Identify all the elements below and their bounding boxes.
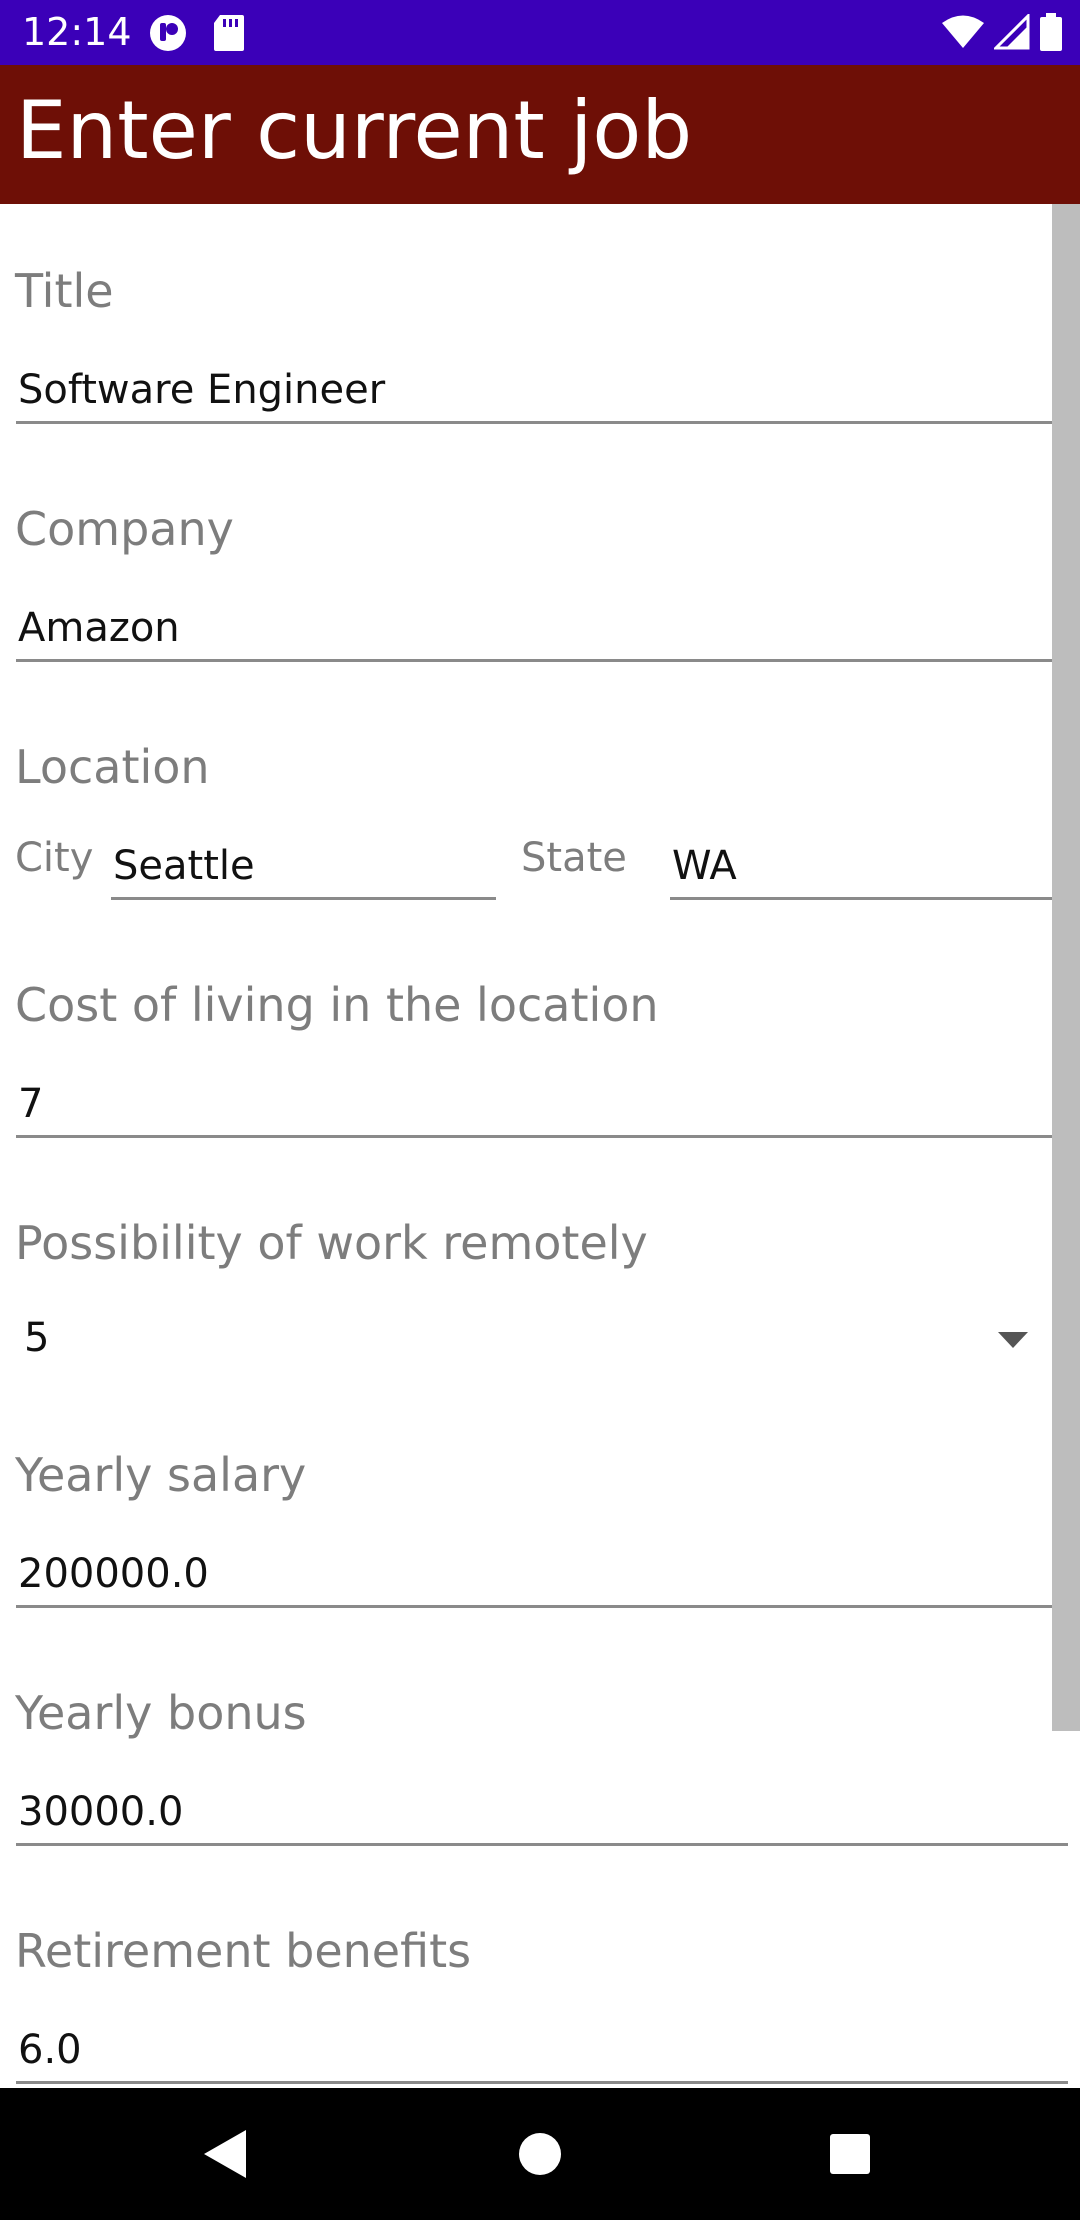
job-form[interactable]: Title Software Engineer Company Amazon L… <box>0 204 1080 2088</box>
title-label: Title <box>15 264 114 318</box>
notification-app-icon <box>148 13 188 57</box>
retirement-field[interactable]: 6.0 <box>16 2006 1068 2084</box>
page-title: Enter current job <box>16 84 693 177</box>
title-value: Software Engineer <box>18 367 386 413</box>
title-field[interactable]: Software Engineer <box>16 346 1068 424</box>
status-icons <box>942 12 1062 55</box>
wifi-icon <box>942 14 984 54</box>
bonus-label: Yearly bonus <box>15 1686 307 1740</box>
state-value: WA <box>672 843 737 889</box>
location-label: Location <box>15 740 210 794</box>
company-label: Company <box>15 502 234 556</box>
sd-card-icon <box>212 13 246 57</box>
remote-label: Possibility of work remotely <box>15 1216 648 1270</box>
cost-of-living-field[interactable]: 7 <box>16 1060 1068 1138</box>
battery-icon <box>1040 13 1062 55</box>
remote-selected-value: 5 <box>24 1315 50 1361</box>
recents-icon[interactable] <box>828 2128 872 2184</box>
state-label: State <box>521 835 627 881</box>
cell-signal-icon <box>992 12 1030 54</box>
state-field[interactable]: WA <box>670 822 1068 900</box>
chevron-down-icon <box>998 1332 1028 1352</box>
cost-of-living-label: Cost of living in the location <box>15 978 659 1032</box>
salary-value: 200000.0 <box>18 1551 209 1597</box>
company-value: Amazon <box>18 605 180 651</box>
remote-dropdown[interactable]: 5 <box>0 1292 1052 1392</box>
salary-field[interactable]: 200000.0 <box>16 1530 1068 1608</box>
navigation-bar <box>0 2088 1080 2220</box>
city-value: Seattle <box>113 843 255 889</box>
bonus-value: 30000.0 <box>18 1789 184 1835</box>
status-time: 12:14 <box>22 10 132 54</box>
company-field[interactable]: Amazon <box>16 584 1068 662</box>
retirement-value: 6.0 <box>18 2027 82 2073</box>
cost-of-living-value: 7 <box>18 1081 44 1127</box>
app-bar: Enter current job <box>0 65 1080 204</box>
scrollbar[interactable] <box>1052 204 1080 1731</box>
back-icon[interactable] <box>200 2128 250 2184</box>
bonus-field[interactable]: 30000.0 <box>16 1768 1068 1846</box>
retirement-label: Retirement benefits <box>15 1924 472 1978</box>
status-bar: 12:14 <box>0 0 1080 65</box>
home-icon[interactable] <box>517 2128 563 2184</box>
salary-label: Yearly salary <box>15 1448 307 1502</box>
city-field[interactable]: Seattle <box>111 822 496 900</box>
city-label: City <box>15 835 94 881</box>
